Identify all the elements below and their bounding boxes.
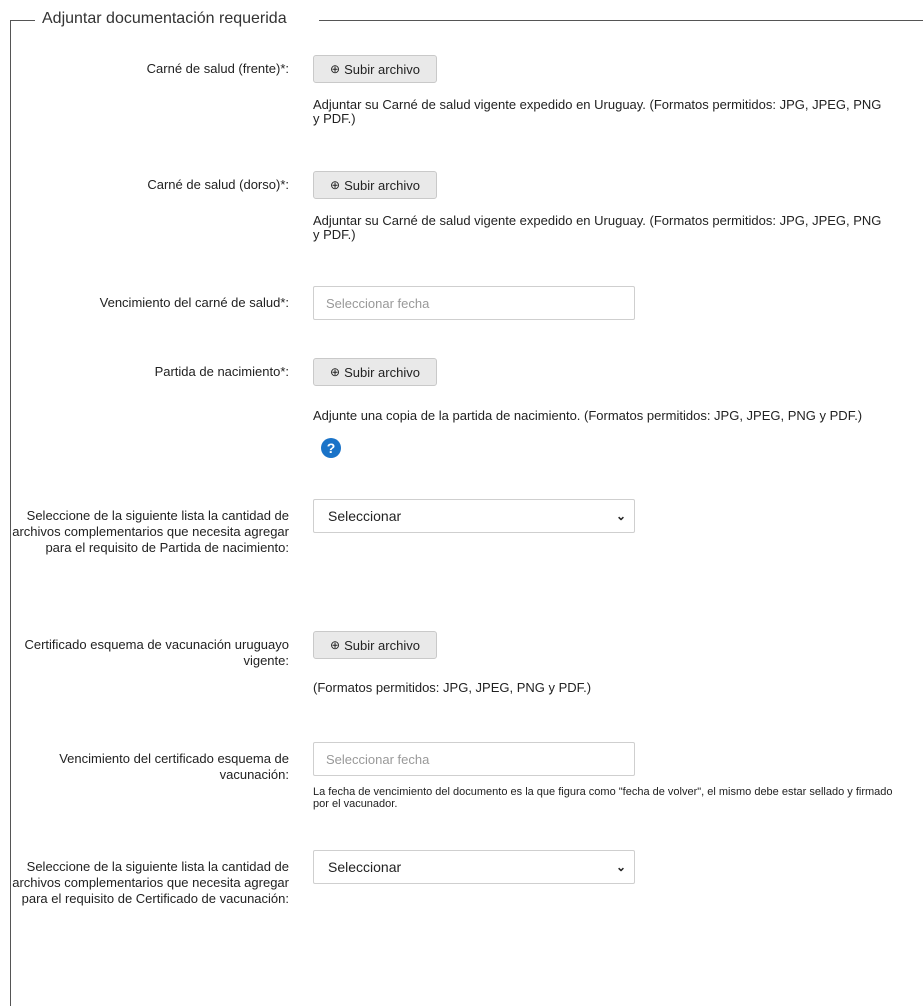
partida-nacimiento-upload-button[interactable]: ⊕ Subir archivo: [313, 358, 437, 386]
complementarios-certificado-select[interactable]: Seleccionar ⌄: [313, 850, 635, 884]
carne-dorso-label: Carné de salud (dorso)*:: [147, 177, 289, 192]
upload-button-label: Subir archivo: [344, 637, 420, 653]
complementarios-certificado-label: Seleccione de la siguiente lista la cant…: [12, 859, 289, 906]
section-title: Adjuntar documentación requerida: [38, 10, 291, 28]
partida-nacimiento-help: Adjunte una copia de la partida de nacim…: [313, 408, 863, 423]
carne-frente-upload-button[interactable]: ⊕ Subir archivo: [313, 55, 437, 83]
certificado-vacunacion-label: Certificado esquema de vacunación urugua…: [24, 637, 289, 668]
certificado-vacunacion-upload-button[interactable]: ⊕ Subir archivo: [313, 631, 437, 659]
circle-arrow-up-icon: ⊕: [330, 638, 341, 652]
certificado-vacunacion-help: (Formatos permitidos: JPG, JPEG, PNG y P…: [313, 680, 592, 695]
question-help-icon[interactable]: ?: [321, 438, 341, 458]
vencimiento-certificado-date-input[interactable]: [313, 742, 635, 776]
chevron-down-icon: ⌄: [615, 860, 626, 874]
circle-arrow-up-icon: ⊕: [330, 365, 341, 379]
fieldset-border-top-right: [319, 20, 923, 21]
carne-frente-help: Adjuntar su Carné de salud vigente exped…: [313, 97, 882, 126]
complementarios-partida-label: Seleccione de la siguiente lista la cant…: [12, 508, 289, 555]
vencimiento-carne-date-input[interactable]: [313, 286, 635, 320]
circle-arrow-up-icon: ⊕: [330, 62, 341, 76]
upload-button-label: Subir archivo: [344, 61, 420, 77]
vencimiento-carne-label: Vencimiento del carné de salud*:: [99, 295, 289, 310]
upload-button-label: Subir archivo: [344, 177, 420, 193]
fieldset-border-top-left: [10, 20, 35, 21]
vencimiento-certificado-help: La fecha de vencimiento del documento es…: [313, 786, 893, 810]
chevron-down-icon: ⌄: [615, 509, 626, 523]
carne-dorso-help: Adjuntar su Carné de salud vigente exped…: [313, 213, 882, 242]
select-value: Seleccionar: [328, 508, 402, 524]
vencimiento-certificado-label: Vencimiento del certificado esquema de v…: [59, 751, 289, 782]
carne-frente-label: Carné de salud (frente)*:: [146, 61, 289, 76]
circle-arrow-up-icon: ⊕: [330, 178, 341, 192]
select-value: Seleccionar: [328, 859, 402, 875]
upload-button-label: Subir archivo: [344, 364, 420, 380]
complementarios-partida-select[interactable]: Seleccionar ⌄: [313, 499, 635, 533]
partida-nacimiento-label: Partida de nacimiento*:: [154, 364, 289, 379]
carne-dorso-upload-button[interactable]: ⊕ Subir archivo: [313, 171, 437, 199]
